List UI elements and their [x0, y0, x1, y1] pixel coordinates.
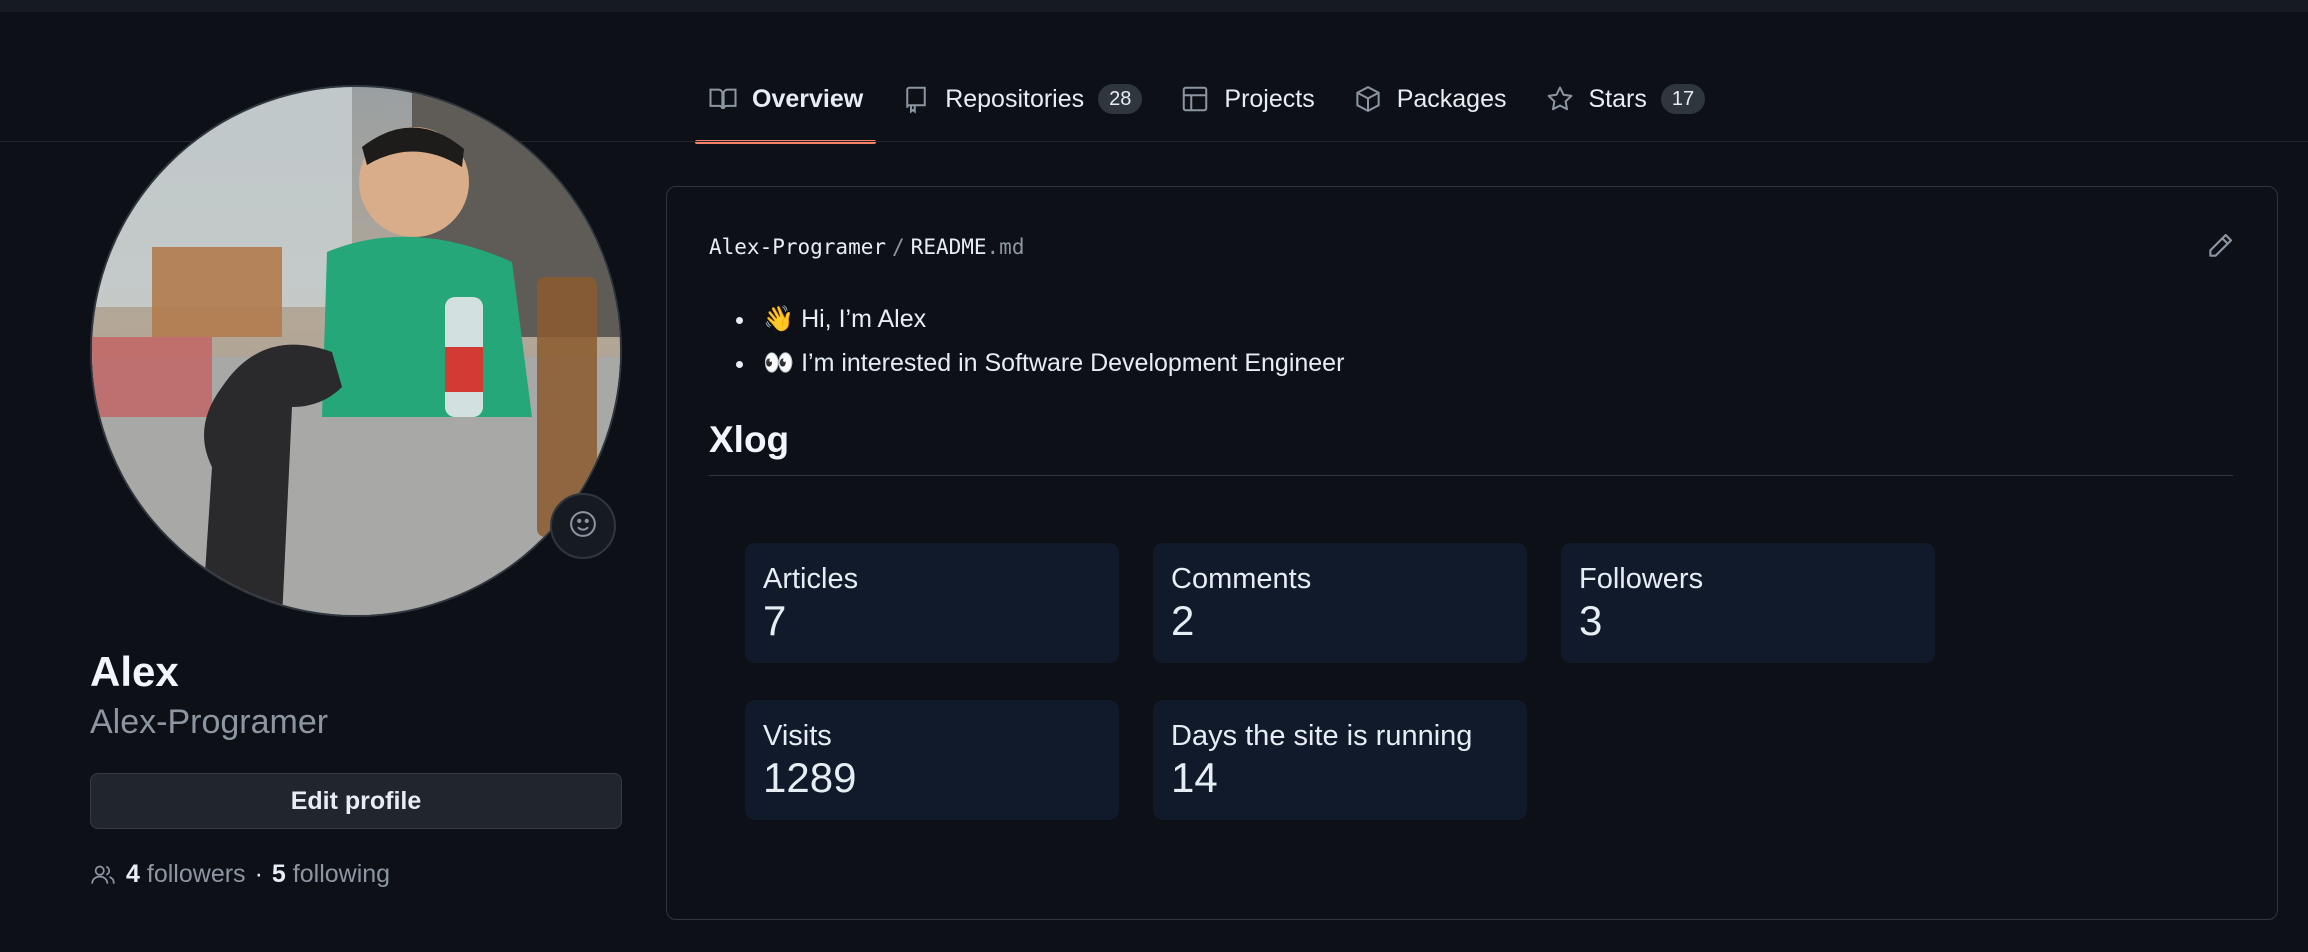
followers-link[interactable]: 4 followers [126, 860, 246, 889]
readme-file-link[interactable]: README.md [911, 235, 1025, 259]
followers-count: 4 [126, 860, 140, 888]
stat-card-visits: Visits 1289 [745, 700, 1119, 820]
tab-label: Overview [752, 84, 864, 113]
tab-stars[interactable]: Stars 17 [1532, 64, 1719, 134]
smiley-icon [568, 509, 598, 544]
book-icon [708, 84, 738, 114]
readme-file-name: README [910, 235, 987, 259]
stars-count-badge: 17 [1660, 84, 1706, 114]
followers-label: followers [146, 860, 246, 888]
stat-label: Visits [763, 720, 832, 752]
global-header-strip [0, 0, 2308, 12]
readme-file-ext: .md [986, 235, 1025, 259]
tab-label: Projects [1224, 84, 1315, 113]
stat-card-followers: Followers 3 [1561, 543, 1935, 663]
path-separator: / [892, 235, 905, 259]
list-item: 👋 Hi, I’m Alex [757, 297, 1344, 341]
tab-packages[interactable]: Packages [1340, 64, 1520, 134]
following-count: 5 [271, 860, 286, 888]
follow-separator: · [254, 860, 263, 888]
stat-card-articles: Articles 7 [745, 543, 1119, 663]
readme-heading: Xlog [709, 419, 2233, 476]
stat-label: Days the site is running [1171, 720, 1473, 752]
package-icon [1353, 84, 1383, 114]
repositories-count-badge: 28 [1098, 84, 1143, 114]
profile-name: Alex [90, 648, 179, 695]
stat-value: 14 [1171, 754, 1218, 801]
tab-label: Packages [1396, 84, 1507, 113]
readme-bullet-list: 👋 Hi, I’m Alex 👀 I’m interested in Softw… [757, 297, 1344, 385]
tab-label: Repositories [945, 84, 1085, 113]
readme-owner-link[interactable]: Alex-Programer [709, 235, 886, 259]
tab-repositories[interactable]: Repositories 28 [888, 64, 1155, 134]
stat-value: 2 [1171, 597, 1195, 644]
profile-tabs: Overview Repositories 28 Projects Packag… [695, 64, 1730, 144]
tab-label: Stars [1588, 84, 1647, 113]
table-icon [1180, 84, 1210, 114]
star-icon [1545, 84, 1575, 114]
following-link[interactable]: 5 following [272, 860, 390, 889]
avatar[interactable] [90, 85, 622, 617]
edit-profile-button[interactable]: Edit profile [90, 773, 622, 829]
stat-card-days-running: Days the site is running 14 [1153, 700, 1527, 820]
list-item: 👀 I’m interested in Software Development… [757, 341, 1344, 385]
follow-stats: 4 followers · 5 following [90, 860, 390, 889]
readme-card: Alex-Programer / README.md 👋 Hi, I’m Ale… [666, 186, 2278, 920]
stat-value: 1289 [763, 754, 857, 801]
stat-value: 7 [763, 597, 787, 644]
avatar-container [90, 85, 622, 617]
stat-value: 3 [1579, 597, 1603, 644]
profile-login: Alex-Programer [90, 703, 329, 741]
tab-projects[interactable]: Projects [1167, 64, 1327, 134]
pencil-icon[interactable] [2205, 229, 2237, 261]
people-icon [90, 862, 116, 888]
repo-icon [901, 84, 931, 114]
stat-card-comments: Comments 2 [1153, 543, 1527, 663]
following-label: following [292, 860, 391, 888]
readme-path: Alex-Programer / README.md [709, 235, 1024, 259]
stat-label: Articles [763, 563, 859, 595]
stat-label: Comments [1171, 563, 1312, 595]
stat-label: Followers [1579, 563, 1704, 595]
set-status-button[interactable] [550, 493, 616, 559]
tab-overview[interactable]: Overview [695, 64, 877, 144]
